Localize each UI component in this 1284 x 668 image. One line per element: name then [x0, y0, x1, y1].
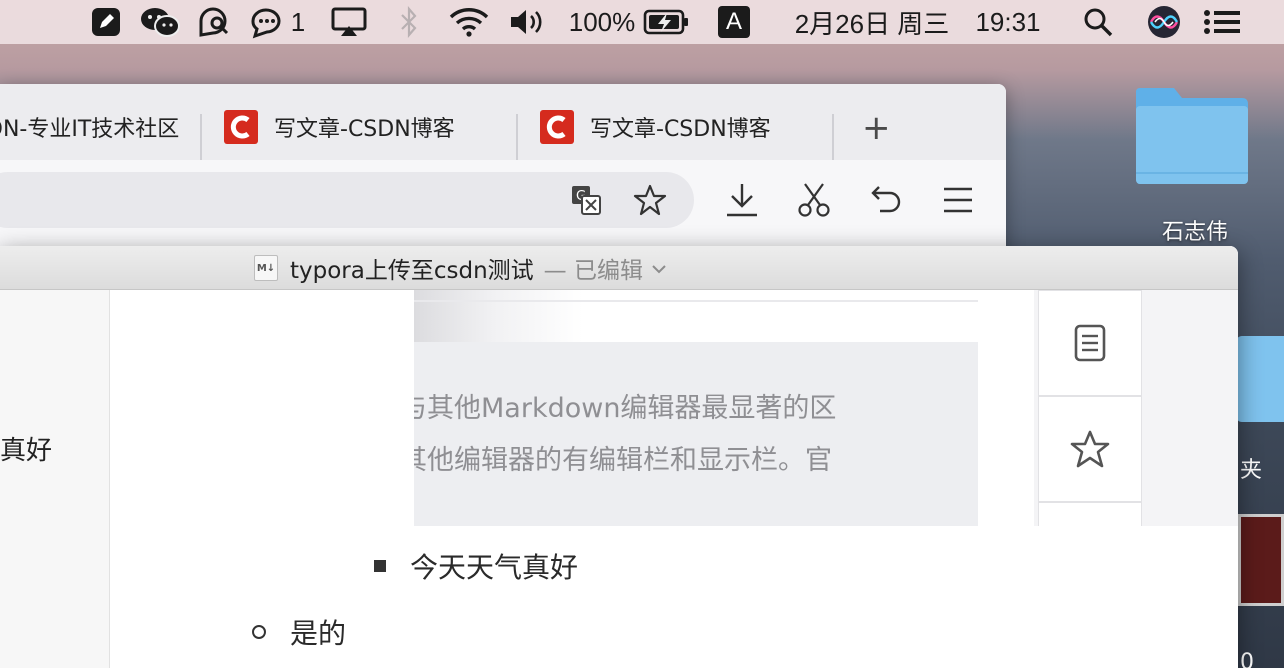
wechat-icon[interactable] [138, 0, 182, 44]
battery-percent: 100% [568, 6, 636, 37]
outline-sidebar[interactable]: 真好 [0, 290, 110, 668]
embedded-blockquote: 与其他Markdown编辑器最显著的区 其他编辑器的有编辑栏和显示栏。官 [414, 342, 978, 526]
document-list-icon [1074, 324, 1106, 362]
browser-toolbar: G [0, 160, 1006, 248]
circle-bullet [252, 625, 266, 639]
markdown-file-icon: M↓ [254, 255, 278, 281]
volume-icon[interactable] [508, 0, 546, 44]
star-icon [1070, 430, 1110, 468]
embedded-document-button [1038, 290, 1142, 396]
window-title-group[interactable]: M↓ typora上传至csdn测试 — 已编辑 [254, 246, 667, 290]
csdn-logo-icon [224, 110, 258, 144]
address-bar[interactable]: G [0, 172, 694, 228]
tab-divider [516, 114, 518, 160]
tab-title: 写文章-CSDN博客 [274, 117, 455, 142]
bookmark-star-icon[interactable] [628, 178, 672, 222]
input-method-label: A [718, 6, 750, 38]
new-tab-button[interactable]: + [862, 108, 891, 148]
desktop-folder-label[interactable]: 石志伟 [1140, 214, 1250, 246]
folder-icon [1136, 88, 1248, 184]
input-method-indicator[interactable]: A [718, 0, 750, 44]
notes-app-icon[interactable] [88, 0, 124, 44]
embedded-side-button-partial [1038, 502, 1142, 526]
desktop-image-thumbnail[interactable] [1238, 514, 1284, 606]
battery-charging-icon[interactable] [642, 0, 690, 44]
typora-titlebar[interactable]: M↓ typora上传至csdn测试 — 已编辑 [0, 246, 1238, 290]
screenshot-scissors-icon[interactable] [792, 178, 836, 222]
translate-icon[interactable]: G [564, 178, 608, 222]
csdn-logo-icon [540, 110, 574, 144]
list-item-level-3[interactable]: 今天天气真好 [374, 546, 578, 586]
bluetooth-icon[interactable] [396, 0, 422, 44]
airplay-icon[interactable] [328, 0, 370, 44]
tab-write-article-2[interactable]: 写文章-CSDN博客 [540, 98, 771, 156]
notification-center-icon[interactable] [1200, 0, 1244, 44]
document-title: typora上传至csdn测试 [290, 258, 534, 284]
edited-status: — 已编辑 [543, 258, 643, 284]
typora-window: M↓ typora上传至csdn测试 — 已编辑 真好 与其他Markdown编… [0, 246, 1238, 668]
search-chat-icon[interactable] [196, 0, 232, 44]
list-item-text[interactable]: 是的 [290, 612, 346, 652]
embedded-screenshot-image[interactable]: 与其他Markdown编辑器最显著的区 其他编辑器的有编辑栏和显示栏。官 [414, 290, 1238, 526]
editor-area[interactable]: 与其他Markdown编辑器最显著的区 其他编辑器的有编辑栏和显示栏。官 今天天… [110, 290, 1238, 668]
undo-icon[interactable] [862, 178, 906, 222]
spotlight-search-icon[interactable] [1080, 0, 1116, 44]
embedded-side-panel [1034, 290, 1238, 526]
desktop-label-fragment-2: 0 [1240, 650, 1254, 668]
embedded-divider [414, 300, 978, 302]
siri-icon[interactable] [1144, 0, 1184, 44]
tab-bar: DN-专业IT技术社区 写文章-CSDN博客 写文章-CSDN博客 + [0, 84, 1006, 160]
desktop-folder[interactable] [1130, 84, 1260, 188]
tab-divider [832, 114, 834, 160]
tab-title: DN-专业IT技术社区 [0, 117, 180, 142]
tab-divider [200, 114, 202, 160]
menubar-date[interactable]: 2月26日 周三 [784, 0, 960, 44]
desktop-folder-partial[interactable] [1236, 336, 1284, 422]
download-icon[interactable] [720, 178, 764, 222]
tab-csdn-home[interactable]: DN-专业IT技术社区 [0, 98, 196, 156]
list-item-text[interactable]: 今天天气真好 [410, 546, 578, 586]
message-icon[interactable] [246, 0, 286, 44]
chevron-down-icon[interactable] [651, 259, 667, 278]
wifi-icon[interactable] [446, 0, 492, 44]
desktop-label-fragment: 夹 [1240, 458, 1263, 483]
message-count: 1 [290, 6, 306, 37]
embedded-star-button [1038, 396, 1142, 502]
embedded-text-line: 与其他Markdown编辑器最显著的区 [414, 393, 837, 424]
menu-icon[interactable] [936, 178, 980, 222]
list-item-level-2[interactable]: 是的 [252, 612, 346, 652]
tab-write-article-1[interactable]: 写文章-CSDN博客 [224, 98, 455, 156]
menu-bar: 1 100% A 2月26日 周三 19:31 [0, 0, 1284, 44]
tab-title: 写文章-CSDN博客 [590, 117, 771, 142]
square-bullet [374, 560, 386, 572]
embedded-text-line: 其他编辑器的有编辑栏和显示栏。官 [414, 445, 832, 476]
menubar-time[interactable]: 19:31 [970, 0, 1046, 44]
sidebar-item-fragment[interactable]: 真好 [0, 430, 52, 467]
